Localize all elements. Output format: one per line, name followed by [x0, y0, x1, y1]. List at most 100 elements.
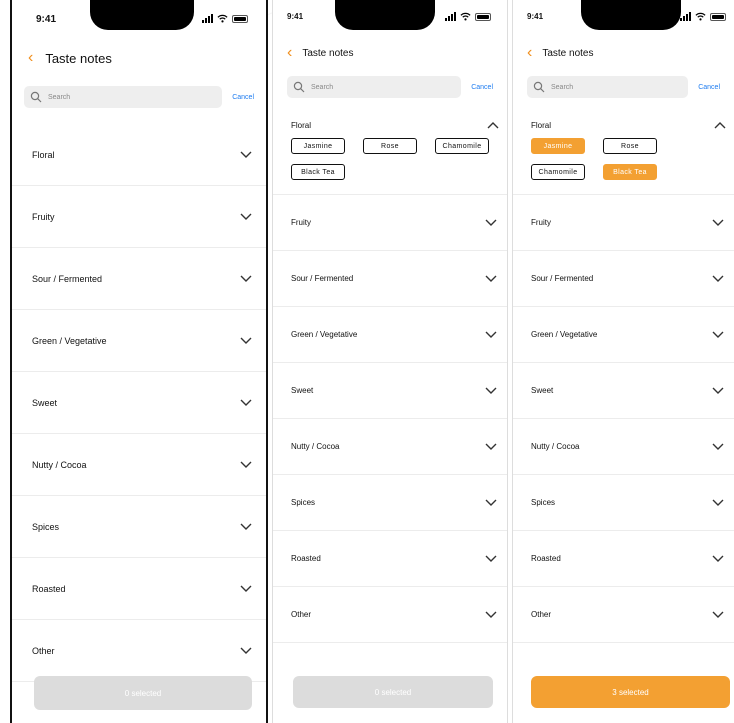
category-row[interactable]: Sweet	[513, 363, 734, 419]
chevron-down-icon	[485, 443, 497, 451]
status-bar: 9:41	[513, 0, 734, 40]
category-row[interactable]: Fruity	[513, 195, 734, 251]
cancel-link[interactable]: Cancel	[698, 84, 720, 91]
chip-chamomile[interactable]: Chamomile	[531, 164, 585, 180]
search-row: Search Cancel	[273, 76, 507, 98]
page-title: Taste notes	[45, 50, 112, 66]
nav-header: ‹ Taste notes	[513, 40, 734, 66]
category-row[interactable]: Nutty / Cocoa	[12, 434, 266, 496]
back-chevron-icon[interactable]: ‹	[527, 45, 532, 61]
category-list: Floral Jasmine Rose Chamomile Black Tea Fruit…	[273, 114, 507, 643]
search-icon	[293, 81, 305, 93]
chevron-down-icon	[712, 219, 724, 227]
category-row[interactable]: Sour / Fermented	[513, 251, 734, 307]
category-label: Sour / Fermented	[32, 273, 103, 284]
chevron-down-icon	[712, 611, 724, 619]
selected-count-button[interactable]: 3 selected	[531, 676, 730, 708]
category-floral-expanded: Floral Jasmine Rose Chamomile Black Tea	[513, 114, 734, 195]
category-row[interactable]: Roasted	[12, 558, 266, 620]
category-row[interactable]: Nutty / Cocoa	[273, 419, 507, 475]
chevron-down-icon	[712, 443, 724, 451]
category-row-floral[interactable]: Floral	[291, 118, 499, 132]
category-row[interactable]: Sour / Fermented	[12, 248, 266, 310]
category-row[interactable]: Spices	[513, 475, 734, 531]
category-floral-expanded: Floral Jasmine Rose Chamomile Black Tea	[273, 114, 507, 195]
chip-jasmine[interactable]: Jasmine	[531, 138, 585, 154]
category-label: Sour / Fermented	[531, 274, 594, 283]
category-row[interactable]: Sour / Fermented	[273, 251, 507, 307]
category-label: Nutty / Cocoa	[291, 442, 340, 451]
category-label: Green / Vegetative	[291, 330, 358, 339]
search-placeholder: Search	[551, 83, 574, 91]
search-placeholder: Search	[311, 83, 334, 91]
selected-count-button[interactable]: 0 selected	[293, 676, 493, 708]
device-notch	[90, 0, 194, 30]
category-list: Floral Jasmine Rose Chamomile Black Tea Fruit…	[513, 114, 734, 643]
search-row: Search Cancel	[513, 76, 734, 98]
back-chevron-icon[interactable]: ‹	[287, 45, 292, 61]
search-icon	[533, 81, 545, 93]
category-label: Other	[32, 645, 55, 656]
chevron-up-icon	[714, 121, 726, 129]
page-title: Taste notes	[542, 47, 594, 59]
category-label: Floral	[32, 149, 55, 160]
category-row[interactable]: Spices	[273, 475, 507, 531]
search-icon	[30, 91, 42, 103]
cancel-link[interactable]: Cancel	[232, 94, 254, 101]
chevron-down-icon	[240, 275, 252, 283]
back-chevron-icon[interactable]: ‹	[28, 50, 33, 66]
page-title: Taste notes	[302, 47, 354, 59]
category-row[interactable]: Other	[513, 587, 734, 643]
category-row-floral[interactable]: Floral	[531, 118, 726, 132]
selected-count-button[interactable]: 0 selected	[34, 676, 252, 710]
category-row[interactable]: Nutty / Cocoa	[513, 419, 734, 475]
signal-icon	[680, 12, 691, 21]
category-row[interactable]: Spices	[12, 496, 266, 558]
category-row[interactable]: Green / Vegetative	[513, 307, 734, 363]
category-row[interactable]: Fruity	[12, 186, 266, 248]
chip-rose[interactable]: Rose	[363, 138, 417, 154]
wifi-icon	[460, 12, 471, 21]
chip-rose[interactable]: Rose	[603, 138, 657, 154]
category-row[interactable]: Sweet	[12, 372, 266, 434]
chip-group: Jasmine Rose Chamomile Black Tea	[291, 138, 499, 180]
chip-group: Jasmine Rose Chamomile Black Tea	[531, 138, 726, 180]
wifi-icon	[217, 14, 228, 23]
chip-jasmine[interactable]: Jasmine	[291, 138, 345, 154]
chevron-down-icon	[240, 399, 252, 407]
category-label: Roasted	[291, 554, 321, 563]
category-row[interactable]: Roasted	[513, 531, 734, 587]
status-icons	[445, 12, 491, 21]
category-row[interactable]: Sweet	[273, 363, 507, 419]
battery-icon	[475, 13, 491, 21]
status-time: 9:41	[527, 12, 544, 21]
chevron-down-icon	[712, 555, 724, 563]
device-notch	[335, 0, 435, 30]
category-label: Nutty / Cocoa	[32, 459, 87, 470]
search-input[interactable]: Search	[287, 76, 462, 98]
category-row[interactable]: Fruity	[273, 195, 507, 251]
category-row[interactable]: Floral	[12, 124, 266, 186]
category-row[interactable]: Green / Vegetative	[12, 310, 266, 372]
category-row[interactable]: Other	[12, 620, 266, 682]
device-notch	[581, 0, 681, 30]
chevron-down-icon	[485, 219, 497, 227]
search-input[interactable]: Search	[24, 86, 223, 108]
cancel-link[interactable]: Cancel	[471, 84, 493, 91]
category-label: Fruity	[291, 218, 311, 227]
category-label: Sweet	[531, 386, 554, 395]
category-label: Other	[291, 610, 312, 619]
category-label: Sweet	[291, 386, 314, 395]
chevron-down-icon	[712, 331, 724, 339]
search-input[interactable]: Search	[527, 76, 689, 98]
category-label: Other	[531, 610, 552, 619]
category-row[interactable]: Roasted	[273, 531, 507, 587]
chip-black-tea[interactable]: Black Tea	[603, 164, 657, 180]
chip-black-tea[interactable]: Black Tea	[291, 164, 345, 180]
chevron-down-icon	[485, 611, 497, 619]
chip-chamomile[interactable]: Chamomile	[435, 138, 489, 154]
category-row[interactable]: Green / Vegetative	[273, 307, 507, 363]
chevron-down-icon	[240, 337, 252, 345]
category-row[interactable]: Other	[273, 587, 507, 643]
category-label: Spices	[531, 498, 556, 507]
